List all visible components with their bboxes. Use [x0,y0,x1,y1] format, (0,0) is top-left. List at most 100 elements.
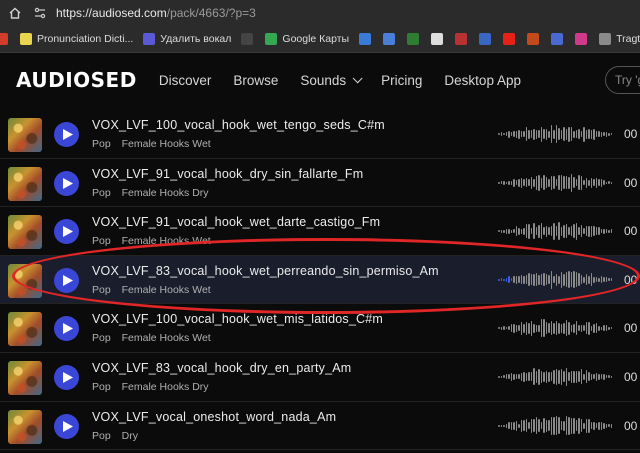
waveform-bar [500,326,502,330]
waveform-bar [580,175,582,190]
waveform-bar [555,416,557,436]
play-button[interactable] [54,413,79,439]
home-icon[interactable] [0,0,30,26]
play-button[interactable] [54,122,79,147]
track-row[interactable]: VOX_LVF_100_vocal_hook_wet_mis_latidos_C… [0,304,640,353]
genre-tag[interactable]: Pop [92,138,111,150]
audiosed-logo[interactable]: AUDIOSED [16,68,137,92]
waveform[interactable] [498,316,616,340]
play-button[interactable] [54,170,79,196]
site-info-icon[interactable] [30,0,50,26]
url-field[interactable]: https://audiosed.com/pack/4663/?p=3 [56,6,256,20]
bookmark-item[interactable] [0,26,8,52]
bookmark-item[interactable] [407,26,420,52]
bookmark-item[interactable]: Удалить вокал [143,26,232,52]
track-row[interactable]: VOX_LVF_100_vocal_hook_wet_tengo_seds_C#… [0,110,640,159]
bookmark-label: Удалить вокал [160,33,232,45]
waveform-bar [573,417,575,434]
category-tag[interactable]: Female Hooks Wet [122,332,211,344]
track-duration: 00 [624,418,638,433]
track-row[interactable]: VOX_LVF_91_vocal_hook_dry_sin_fallarte_F… [0,159,640,208]
track-row[interactable]: VOX_LVF_83_vocal_hook_wet_perreando_sin_… [0,255,640,305]
main-nav: Discover Browse Sounds Pricing Desktop A… [159,73,543,88]
track-row[interactable]: VOX_LVF_vocal_oneshot_word_nada_Am Pop D… [0,402,640,451]
waveform-bar [573,130,575,138]
track-title[interactable]: VOX_LVF_83_vocal_hook_dry_en_party_Am [92,361,351,375]
waveform-bar [545,177,547,189]
play-icon [62,274,73,286]
plus-icon [431,33,444,45]
category-tag[interactable]: Dry [122,430,138,442]
track-row[interactable]: VOX_LVF_91_vocal_hook_wet_darte_castigo_… [0,207,640,256]
waveform[interactable] [498,122,616,146]
bookmark-item[interactable] [527,26,540,52]
nav-pricing[interactable]: Pricing [381,73,422,88]
bookmark-item[interactable]: Google Карты [265,26,349,52]
waveform[interactable] [498,268,616,292]
waveform-bar [530,274,532,286]
play-button[interactable] [54,316,79,342]
genre-tag[interactable]: Pop [92,187,111,199]
nav-discover[interactable]: Discover [159,73,212,88]
bookmark-item[interactable]: Pronunciation Dicti... [20,26,133,52]
waveform-bar [523,227,525,235]
waveform-bar [558,322,560,334]
waveform[interactable] [498,365,616,389]
nav-desktop-app[interactable]: Desktop App [444,73,521,88]
waveform-bar [508,180,510,185]
waveform-bar [568,416,570,435]
waveform[interactable] [498,414,616,438]
track-title[interactable]: VOX_LVF_91_vocal_hook_wet_darte_castigo_… [92,215,380,229]
genre-tag[interactable]: Pop [92,381,111,393]
waveform[interactable] [498,171,616,195]
play-button[interactable] [54,364,79,390]
nav-browse[interactable]: Browse [233,73,278,88]
bookmark-item[interactable] [575,26,588,52]
bookmark-item[interactable] [503,26,516,52]
play-button[interactable] [54,219,79,245]
bookmark-item[interactable]: Tragtorr.in [599,26,640,52]
genre-tag[interactable]: Pop [92,430,111,442]
waveform-bar [558,175,560,191]
search-input[interactable]: Try 'g [605,66,640,94]
bookmark-item[interactable] [479,26,492,52]
chevron-down-icon [352,72,363,83]
waveform-bar [583,228,585,235]
genre-tag[interactable]: Pop [92,235,111,247]
waveform-bar [525,372,527,381]
bookmark-item[interactable] [551,26,564,52]
category-tag[interactable]: Female Hooks Wet [122,284,211,296]
waveform-bar [543,371,545,382]
bookmark-item[interactable] [431,26,444,52]
waveform-bar [538,368,540,385]
nav-sounds[interactable]: Sounds [300,73,363,88]
waveform-bar [558,275,560,284]
track-title[interactable]: VOX_LVF_83_vocal_hook_wet_perreando_sin_… [92,264,439,278]
waveform-bar [503,375,505,379]
genre-tag[interactable]: Pop [92,332,111,344]
category-tag[interactable]: Female Hooks Wet [122,235,211,247]
waveform-bar [565,128,567,140]
bookmark-item[interactable] [359,26,372,52]
track-title[interactable]: VOX_LVF_100_vocal_hook_wet_tengo_seds_C#… [92,118,385,132]
track-title[interactable]: VOX_LVF_vocal_oneshot_word_nada_Am [92,410,336,424]
bookmark-item[interactable] [455,26,468,52]
waveform-bar [560,226,562,236]
track-tags: Pop Female Hooks Dry [92,187,209,199]
genre-tag[interactable]: Pop [92,284,111,296]
category-tag[interactable]: Female Hooks Dry [122,187,209,199]
waveform[interactable] [498,219,616,243]
waveform-bar [515,420,517,431]
bookmark-item[interactable] [241,26,254,52]
category-tag[interactable]: Female Hooks Wet [122,138,211,150]
waveform-bar [590,225,592,237]
waveform-bar [520,275,522,285]
track-row[interactable]: VOX_LVF_83_vocal_hook_dry_en_party_Am Po… [0,353,640,402]
waveform-bar [508,130,510,138]
bookmark-item[interactable] [383,26,396,52]
track-title[interactable]: VOX_LVF_100_vocal_hook_wet_mis_latidos_C… [92,312,383,326]
waveform-bar [498,327,500,330]
play-button[interactable] [54,267,79,293]
category-tag[interactable]: Female Hooks Dry [122,381,209,393]
track-title[interactable]: VOX_LVF_91_vocal_hook_dry_sin_fallarte_F… [92,167,363,181]
